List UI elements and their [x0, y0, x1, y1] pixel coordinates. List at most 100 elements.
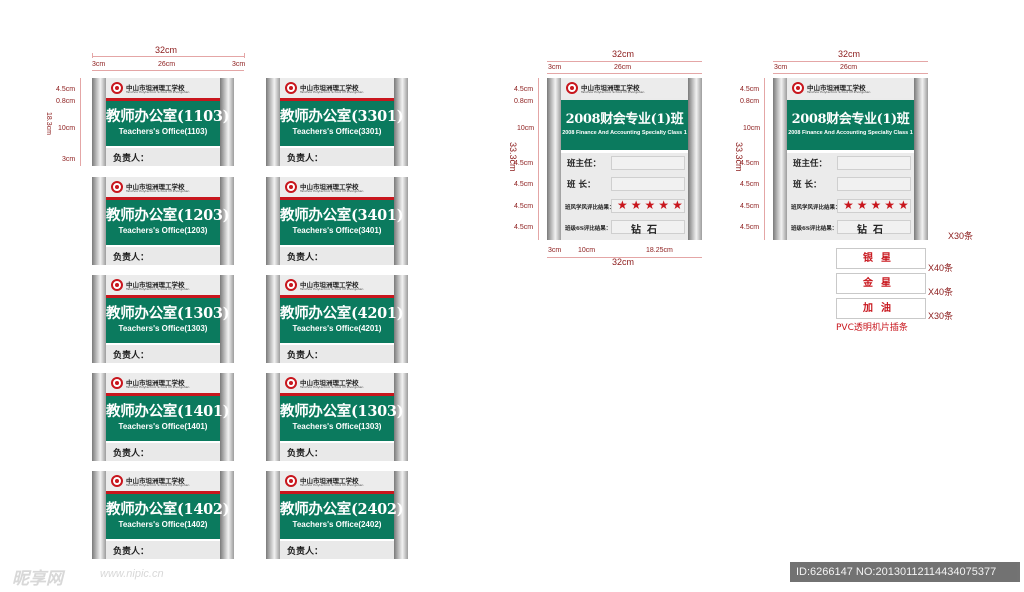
6s-result: 钻石 [857, 225, 889, 236]
6s-result: 钻石 [631, 225, 663, 236]
office-plate: 中山市坦洲理工学校 Tanzhou Polytechnic School Of Z… [92, 373, 234, 461]
school-logo-icon [285, 279, 297, 291]
office-room-title: 教师办公室(1303) [280, 403, 404, 420]
class1-dim-bottom-b: 10cm [578, 247, 596, 254]
monitor-label: 班 长： [793, 180, 822, 190]
school-name-en: Tanzhou Polytechnic School Of Zhongshan [126, 483, 190, 487]
class1-dim-side-left: 3cm [548, 64, 562, 71]
class2-dim-r2: 0.8cm [740, 98, 760, 105]
class2-dim-r1: 4.5cm [740, 86, 760, 93]
office-plate: 中山市坦洲理工学校 Tanzhou Polytechnic School Of Z… [92, 78, 234, 166]
class-style-label: 班风学风评比结果： [565, 205, 615, 211]
head-teacher-label: 班主任： [793, 159, 828, 169]
office-room-title-en: Teachers's Office(1303) [292, 422, 382, 431]
office-room-title: 教师办公室(4201) [280, 305, 404, 322]
watermark-logo: 昵享网 [12, 569, 63, 589]
star-rating: ★★★★★ [617, 198, 686, 212]
class2-dim-r5: 4.5cm [740, 181, 760, 188]
office-room-title-en: Teachers's Office(3301) [292, 127, 382, 136]
class1-dim-r6: 4.5cm [514, 203, 534, 210]
school-name-en: Tanzhou Polytechnic School Of Zhongshan [807, 90, 871, 94]
insert-gold-star: 金星 [836, 273, 926, 294]
insert-keep-going: 加油 [836, 298, 926, 319]
school-logo-icon [566, 82, 578, 94]
class1-dim-bottom-a: 3cm [548, 247, 562, 254]
insert-qty-silver: X40条 [928, 263, 954, 273]
school-name-en: Tanzhou Polytechnic School Of Zhongshan [126, 287, 190, 291]
class2-dim-inner: 26cm [840, 64, 858, 71]
dim-width: 32cm [155, 45, 178, 55]
dim-row-1: 4.5cm [56, 86, 76, 93]
class2-dim-r6: 4.5cm [740, 203, 760, 210]
office-room-title: 教师办公室(2402) [280, 501, 404, 518]
responsible-label: 负责人： [113, 253, 150, 263]
school-name-en: Tanzhou Polytechnic School Of Zhongshan [300, 483, 364, 487]
class-title-en: 2008 Finance And Accounting Specialty Cl… [788, 130, 913, 136]
office-room-title: 教师办公室(1402) [106, 501, 230, 518]
school-logo-icon [285, 475, 297, 487]
insert-note: PVC透明机片插条 [836, 323, 908, 333]
class-title: 2008财会专业(1)班 [565, 112, 684, 127]
office-plate: 中山市坦洲理工学校 Tanzhou Polytechnic School Of Z… [92, 471, 234, 559]
school-logo-icon [792, 82, 804, 94]
responsible-label: 负责人： [113, 547, 150, 557]
dim-row-4: 3cm [62, 156, 76, 163]
class1-dim-r1: 4.5cm [514, 86, 534, 93]
class2-dim-width: 32cm [838, 49, 861, 59]
6s-label: 班级6S评比结果： [565, 226, 612, 232]
responsible-label: 负责人： [287, 351, 324, 361]
dim-inner: 26cm [158, 61, 176, 68]
class1-dim-r5: 4.5cm [514, 181, 534, 188]
class1-dim-r3: 10cm [517, 125, 535, 132]
office-room-title-en: Teachers's Office(3401) [292, 226, 382, 235]
office-plate: 中山市坦洲理工学校 Tanzhou Polytechnic School Of Z… [266, 78, 408, 166]
office-room-title: 教师办公室(3401) [280, 207, 404, 224]
class2-dim-height: 33.3cm [734, 142, 744, 172]
class1-dim-height: 33.3cm [508, 142, 518, 172]
class1-dim-inner: 26cm [614, 64, 632, 71]
school-logo-icon [285, 377, 297, 389]
office-plate: 中山市坦洲理工学校 Tanzhou Polytechnic School Of Z… [266, 275, 408, 363]
class1-dim-bottom-c: 18.25cm [646, 247, 673, 254]
office-room-title: 教师办公室(1401) [106, 403, 230, 420]
school-name-en: Tanzhou Polytechnic School Of Zhongshan [126, 90, 190, 94]
school-name-en: Tanzhou Polytechnic School Of Zhongshan [300, 287, 364, 291]
responsible-label: 负责人： [113, 154, 150, 164]
school-logo-icon [111, 377, 123, 389]
class-style-label: 班风学风评比结果： [791, 205, 841, 211]
insert-qty-keep-going: X30条 [928, 311, 954, 321]
class2-dim-r7: 4.5cm [740, 224, 760, 231]
class-title: 2008财会专业(1)班 [791, 112, 910, 127]
class1-dim-bottom-total: 32cm [612, 257, 635, 267]
office-plate: 中山市坦洲理工学校 Tanzhou Polytechnic School Of Z… [92, 177, 234, 265]
responsible-label: 负责人： [113, 449, 150, 459]
dim-height: 18.3cm [45, 112, 52, 135]
dim-row-2: 0.8cm [56, 98, 76, 105]
office-plate: 中山市坦洲理工学校 Tanzhou Polytechnic School Of Z… [92, 275, 234, 363]
class-plate-2: 中山市坦洲理工学校 Tanzhou Polytechnic School Of … [773, 78, 928, 240]
monitor-label: 班 长： [567, 180, 596, 190]
dim-side-right: 3cm [232, 61, 246, 68]
office-room-title-en: Teachers's Office(4201) [292, 324, 382, 333]
school-name-en: Tanzhou Polytechnic School Of Zhongshan [126, 385, 190, 389]
watermark-url: www.nipic.cn [100, 568, 164, 580]
office-room-title-en: Teachers's Office(1401) [118, 422, 208, 431]
office-room-title-en: Teachers's Office(2402) [292, 520, 382, 529]
school-name-en: Tanzhou Polytechnic School Of Zhongshan [126, 189, 190, 193]
insert-silver-star: 银星 [836, 248, 926, 269]
office-room-title: 教师办公室(1203) [106, 207, 230, 224]
responsible-label: 负责人： [287, 154, 324, 164]
insert-qty-top: X30条 [948, 231, 974, 241]
dim-side-left: 3cm [92, 61, 106, 68]
office-room-title: 教师办公室(1303) [106, 305, 230, 322]
office-room-title-en: Teachers's Office(1103) [118, 127, 208, 136]
office-room-title-en: Teachers's Office(1203) [118, 226, 208, 235]
class2-dim-side-left: 3cm [774, 64, 788, 71]
image-id-bar: ID:6266147 NO:20130112114434075377 [790, 562, 1020, 582]
office-room-title: 教师办公室(1103) [106, 108, 230, 125]
class1-dim-r7: 4.5cm [514, 224, 534, 231]
office-plate: 中山市坦洲理工学校 Tanzhou Polytechnic School Of Z… [266, 373, 408, 461]
office-plate: 中山市坦洲理工学校 Tanzhou Polytechnic School Of Z… [266, 471, 408, 559]
class1-dim-width: 32cm [612, 49, 635, 59]
6s-label: 班级6S评比结果： [791, 226, 838, 232]
